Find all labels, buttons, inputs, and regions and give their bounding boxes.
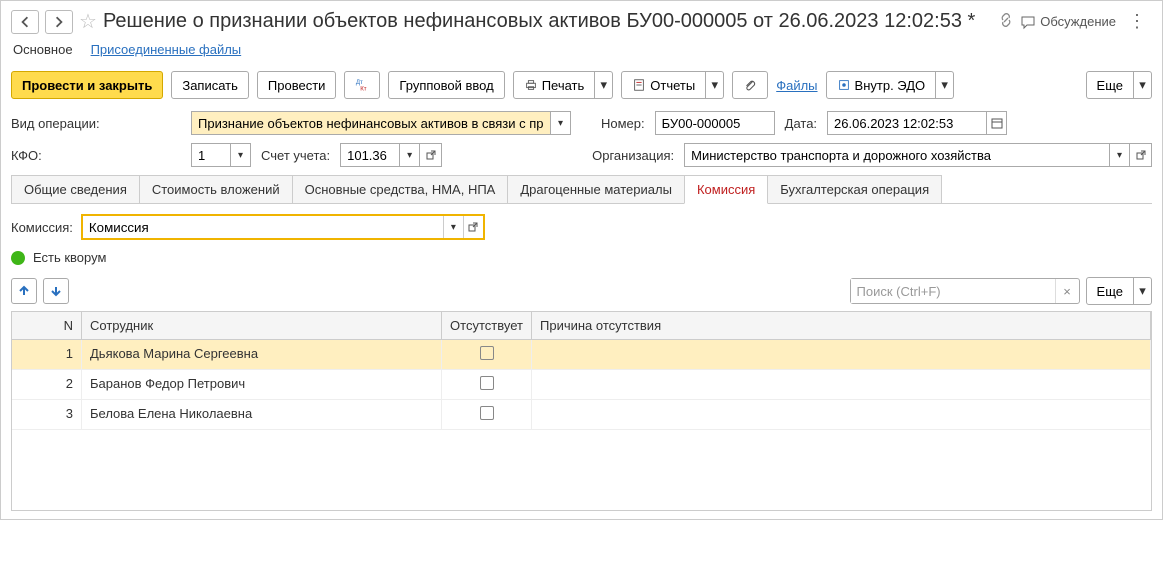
dtct-button[interactable]: ДтКт [344, 71, 380, 99]
open-icon [468, 222, 478, 232]
kfo-label: КФО: [11, 148, 181, 163]
group-input-button[interactable]: Групповой ввод [388, 71, 504, 99]
more-dropdown[interactable]: ▾ [1134, 71, 1152, 99]
account-dropdown[interactable]: ▾ [400, 143, 420, 167]
arrow-up-icon [17, 284, 31, 298]
date-picker-button[interactable] [987, 111, 1007, 135]
cell-reason [532, 340, 1151, 369]
move-up-button[interactable] [11, 278, 37, 304]
number-input[interactable] [655, 111, 775, 135]
tab-accounting[interactable]: Бухгалтерская операция [767, 175, 942, 203]
table-more-dropdown[interactable]: ▾ [1134, 277, 1152, 305]
cell-employee: Дьякова Марина Сергеевна [82, 340, 442, 369]
edo-button[interactable]: Внутр. ЭДО [826, 71, 937, 99]
edo-label: Внутр. ЭДО [855, 78, 926, 93]
calendar-icon [991, 117, 1003, 129]
quorum-indicator-icon [11, 251, 25, 265]
discussion-button[interactable]: Обсуждение [1020, 14, 1116, 30]
page-title: Решение о признании объектов нефинансовы… [103, 10, 992, 33]
checkbox-icon[interactable] [480, 346, 494, 360]
cell-employee: Баранов Федор Петрович [82, 370, 442, 399]
tab-precious[interactable]: Драгоценные материалы [507, 175, 685, 203]
checkbox-icon[interactable] [480, 406, 494, 420]
table-row[interactable]: 1Дьякова Марина Сергеевна [12, 340, 1151, 370]
account-open-button[interactable] [420, 143, 442, 167]
cell-absent[interactable] [442, 370, 532, 399]
col-header-reason[interactable]: Причина отсутствия [532, 312, 1151, 339]
date-label: Дата: [785, 116, 817, 131]
favorite-icon[interactable]: ☆ [79, 9, 97, 34]
nav-forward-button[interactable] [45, 10, 73, 34]
reports-label: Отчеты [650, 78, 695, 93]
tab-assets[interactable]: Основные средства, НМА, НПА [292, 175, 509, 203]
tab-investments[interactable]: Стоимость вложений [139, 175, 293, 203]
number-label: Номер: [601, 116, 645, 131]
post-button[interactable]: Провести [257, 71, 337, 99]
search-clear-button[interactable]: × [1055, 279, 1079, 303]
section-attached-files[interactable]: Присоединенные файлы [91, 42, 242, 57]
nav-back-button[interactable] [11, 10, 39, 34]
date-input[interactable] [827, 111, 987, 135]
kebab-menu[interactable]: ⋮ [1122, 11, 1152, 32]
more-button[interactable]: Еще [1086, 71, 1134, 99]
cell-n: 2 [12, 370, 82, 399]
col-header-absent[interactable]: Отсутствует [442, 312, 532, 339]
operation-type-dropdown[interactable]: ▾ [551, 111, 571, 135]
commission-input[interactable] [83, 216, 443, 238]
attach-button[interactable] [732, 71, 768, 99]
reports-dropdown[interactable]: ▾ [706, 71, 724, 99]
commission-label: Комиссия: [11, 220, 73, 235]
cell-absent[interactable] [442, 340, 532, 369]
open-icon [426, 150, 436, 160]
print-label: Печать [542, 78, 585, 93]
org-open-button[interactable] [1130, 143, 1152, 167]
link-icon[interactable] [998, 12, 1014, 31]
cell-reason [532, 400, 1151, 429]
table-more-button[interactable]: Еще [1086, 277, 1134, 305]
print-dropdown[interactable]: ▾ [595, 71, 613, 99]
svg-text:Кт: Кт [361, 85, 368, 92]
edo-dropdown[interactable]: ▾ [936, 71, 954, 99]
cell-reason [532, 370, 1151, 399]
kfo-input[interactable] [191, 143, 231, 167]
tab-commission[interactable]: Комиссия [684, 175, 768, 204]
paperclip-icon [743, 78, 757, 92]
org-input[interactable] [684, 143, 1110, 167]
org-dropdown[interactable]: ▾ [1110, 143, 1130, 167]
save-button[interactable]: Записать [171, 71, 249, 99]
operation-type-input[interactable] [191, 111, 551, 135]
arrow-down-icon [49, 284, 63, 298]
search-input[interactable] [851, 279, 1055, 303]
files-link[interactable]: Файлы [776, 78, 817, 93]
checkbox-icon[interactable] [480, 376, 494, 390]
account-label: Счет учета: [261, 148, 330, 163]
reports-button[interactable]: Отчеты [621, 71, 706, 99]
open-icon [1136, 150, 1146, 160]
col-header-n[interactable]: N [12, 312, 82, 339]
quorum-label: Есть кворум [33, 250, 106, 265]
print-button[interactable]: Печать [513, 71, 596, 99]
table-row[interactable]: 3Белова Елена Николаевна [12, 400, 1151, 430]
org-label: Организация: [592, 148, 674, 163]
cell-n: 3 [12, 400, 82, 429]
cell-employee: Белова Елена Николаевна [82, 400, 442, 429]
commission-open-button[interactable] [463, 216, 483, 238]
cell-absent[interactable] [442, 400, 532, 429]
discussion-label: Обсуждение [1040, 14, 1116, 29]
account-input[interactable] [340, 143, 400, 167]
section-main[interactable]: Основное [13, 42, 73, 57]
kfo-dropdown[interactable]: ▾ [231, 143, 251, 167]
post-and-close-button[interactable]: Провести и закрыть [11, 71, 163, 99]
operation-type-label: Вид операции: [11, 116, 181, 131]
cell-n: 1 [12, 340, 82, 369]
commission-dropdown[interactable]: ▾ [443, 216, 463, 238]
move-down-button[interactable] [43, 278, 69, 304]
table-row[interactable]: 2Баранов Федор Петрович [12, 370, 1151, 400]
tab-general[interactable]: Общие сведения [11, 175, 140, 203]
col-header-employee[interactable]: Сотрудник [82, 312, 442, 339]
